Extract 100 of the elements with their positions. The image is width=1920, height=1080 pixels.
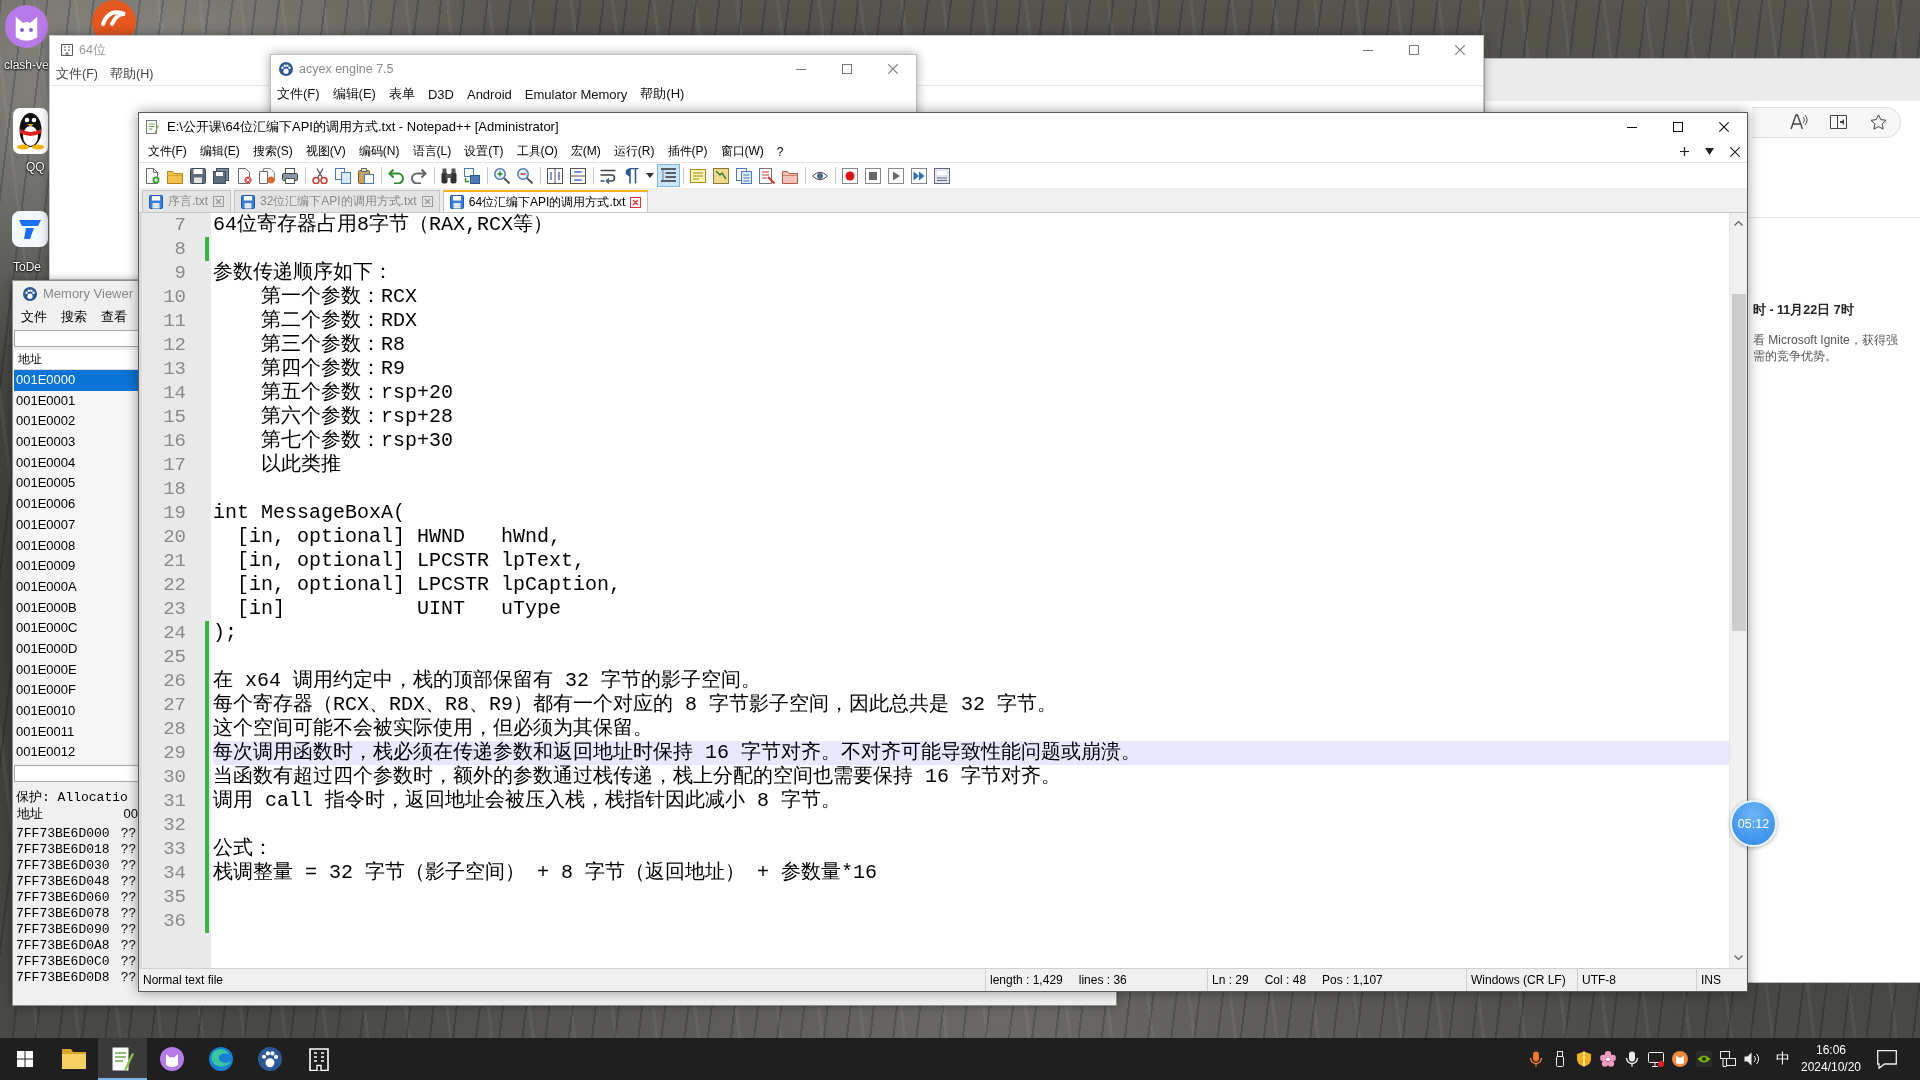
menu-item[interactable]: 文件(F) xyxy=(277,85,320,103)
play-icon[interactable] xyxy=(888,167,904,184)
address-field[interactable] xyxy=(1752,106,1901,138)
replace-icon[interactable] xyxy=(464,167,480,184)
network-icon[interactable] xyxy=(1720,1051,1736,1067)
address-item[interactable]: 001E0002 xyxy=(14,411,140,433)
pilcrow-icon[interactable] xyxy=(623,167,639,184)
stop-icon[interactable] xyxy=(865,167,881,184)
penguin-icon[interactable] xyxy=(13,108,48,154)
menu-item[interactable]: 编辑(E) xyxy=(332,85,376,103)
plus-icon[interactable] xyxy=(1680,147,1689,156)
address-item[interactable]: 001E0007 xyxy=(14,514,140,536)
menu-item[interactable]: ? xyxy=(770,144,790,159)
address-item[interactable]: 001E000A xyxy=(14,576,140,598)
copy-icon[interactable] xyxy=(335,167,351,184)
menu-item[interactable]: 文件(F) xyxy=(141,143,194,160)
address-item[interactable]: 001E0000 xyxy=(14,370,140,391)
ime-indicator[interactable]: 中 xyxy=(1776,1050,1790,1068)
menu-item[interactable]: 编码(N) xyxy=(352,143,406,160)
notification-icon[interactable] xyxy=(1877,1049,1897,1069)
address-item[interactable]: 001E0006 xyxy=(14,494,140,515)
clipboard-icon[interactable] xyxy=(358,167,374,184)
swirl-icon[interactable] xyxy=(92,0,136,35)
menu-item[interactable]: 工具(O) xyxy=(510,143,565,160)
menu-item[interactable]: 设置(T) xyxy=(457,143,510,160)
address-item[interactable]: 001E0001 xyxy=(14,390,140,412)
close-files-icon[interactable] xyxy=(259,167,275,184)
tile-icon[interactable] xyxy=(12,211,48,247)
indent-guide-icon[interactable] xyxy=(656,164,680,187)
close-icon[interactable] xyxy=(1730,146,1740,157)
address-item[interactable]: 001E000D xyxy=(14,638,140,660)
zoom-out-icon[interactable] xyxy=(517,167,533,184)
book-icon[interactable] xyxy=(1830,114,1848,130)
printer-icon[interactable] xyxy=(282,167,298,184)
menu-item[interactable]: 宏(M) xyxy=(564,143,608,160)
icon-label[interactable]: clash-ve xyxy=(4,58,49,72)
minimize-icon[interactable] xyxy=(1627,126,1637,128)
menu-item[interactable]: 视图(V) xyxy=(299,143,353,160)
address-item[interactable]: 001E0009 xyxy=(14,556,140,577)
flower-icon[interactable] xyxy=(1600,1051,1616,1067)
menu-item[interactable]: 窗口(W) xyxy=(714,143,771,160)
start-icon[interactable] xyxy=(16,1051,33,1067)
dropdown-arrow-icon[interactable] xyxy=(645,173,654,178)
star-icon[interactable] xyxy=(1870,114,1887,130)
menu-item[interactable]: 语言(L) xyxy=(406,143,458,160)
taskbar-button[interactable] xyxy=(98,1038,147,1080)
clock-time[interactable]: 16:06 xyxy=(1816,1042,1846,1059)
vertical-split-icon[interactable] xyxy=(547,167,563,184)
record-icon[interactable] xyxy=(842,167,858,184)
cat-icon[interactable] xyxy=(1672,1051,1688,1067)
input-field[interactable] xyxy=(14,330,139,347)
function-list-icon[interactable] xyxy=(759,167,775,184)
speaker-icon[interactable] xyxy=(1744,1051,1760,1067)
close-file-icon[interactable] xyxy=(236,167,252,184)
address-item[interactable]: 001E000B xyxy=(14,597,140,619)
scroll-thumb[interactable] xyxy=(1731,294,1746,631)
maximize-icon[interactable] xyxy=(1673,122,1683,132)
file-tab[interactable]: 64位汇编下API的调用方式.txt xyxy=(442,190,649,212)
close-tab-icon[interactable] xyxy=(630,196,642,208)
address-item[interactable]: 001E0004 xyxy=(14,452,140,474)
icon-label[interactable]: QQ xyxy=(26,160,45,174)
address-item[interactable]: 001E0011 xyxy=(14,721,140,743)
menu-item[interactable]: 搜索(S) xyxy=(246,143,300,160)
binoculars-icon[interactable] xyxy=(441,167,457,184)
address-item[interactable]: 001E0012 xyxy=(14,742,140,764)
new-file-icon[interactable] xyxy=(144,167,160,184)
menu-item[interactable]: Android xyxy=(466,86,512,102)
menu-item[interactable]: 编辑(E) xyxy=(193,143,247,160)
fast-forward-icon[interactable] xyxy=(911,167,927,184)
chevron-up-icon[interactable] xyxy=(1734,221,1743,226)
note-icon[interactable] xyxy=(690,167,706,184)
map-icon[interactable] xyxy=(713,167,729,184)
menu-item[interactable]: 表单 xyxy=(388,85,415,103)
address-item[interactable]: 001E0003 xyxy=(14,432,140,453)
menu-item[interactable]: 帮助(H) xyxy=(109,66,154,83)
dropdown-arrow-icon[interactable] xyxy=(1705,148,1714,155)
address-item[interactable]: 001E0010 xyxy=(14,701,140,722)
input-field[interactable] xyxy=(14,765,139,783)
address-item[interactable]: 001E000F xyxy=(14,680,140,701)
icon-label[interactable]: ToDe xyxy=(13,260,41,274)
menu-item[interactable]: D3D xyxy=(427,86,454,102)
menu-item[interactable]: 插件(P) xyxy=(661,143,714,160)
redo-icon[interactable] xyxy=(411,167,427,184)
document-list-icon[interactable] xyxy=(736,167,752,184)
address-item[interactable]: 001E0008 xyxy=(14,535,140,557)
menu-item[interactable]: 帮助(H) xyxy=(640,85,685,103)
close-icon[interactable] xyxy=(1719,122,1729,132)
monitor-icon[interactable] xyxy=(1648,1051,1664,1067)
menu-item[interactable]: 文件 xyxy=(21,308,47,326)
address-item[interactable]: 001E0005 xyxy=(14,473,140,495)
address-item[interactable]: 001E000C xyxy=(14,618,140,639)
menu-item[interactable]: 文件(F) xyxy=(56,66,98,83)
chevron-down-icon[interactable] xyxy=(1734,955,1743,960)
undo-icon[interactable] xyxy=(388,167,404,184)
scissors-icon[interactable] xyxy=(312,167,328,184)
floppy-disks-icon[interactable] xyxy=(213,167,229,184)
horizontal-split-icon[interactable] xyxy=(570,167,586,184)
menu-item[interactable]: 运行(R) xyxy=(607,143,661,160)
shield-icon[interactable] xyxy=(1576,1051,1592,1067)
clock-date[interactable]: 2024/10/20 xyxy=(1800,1059,1862,1076)
